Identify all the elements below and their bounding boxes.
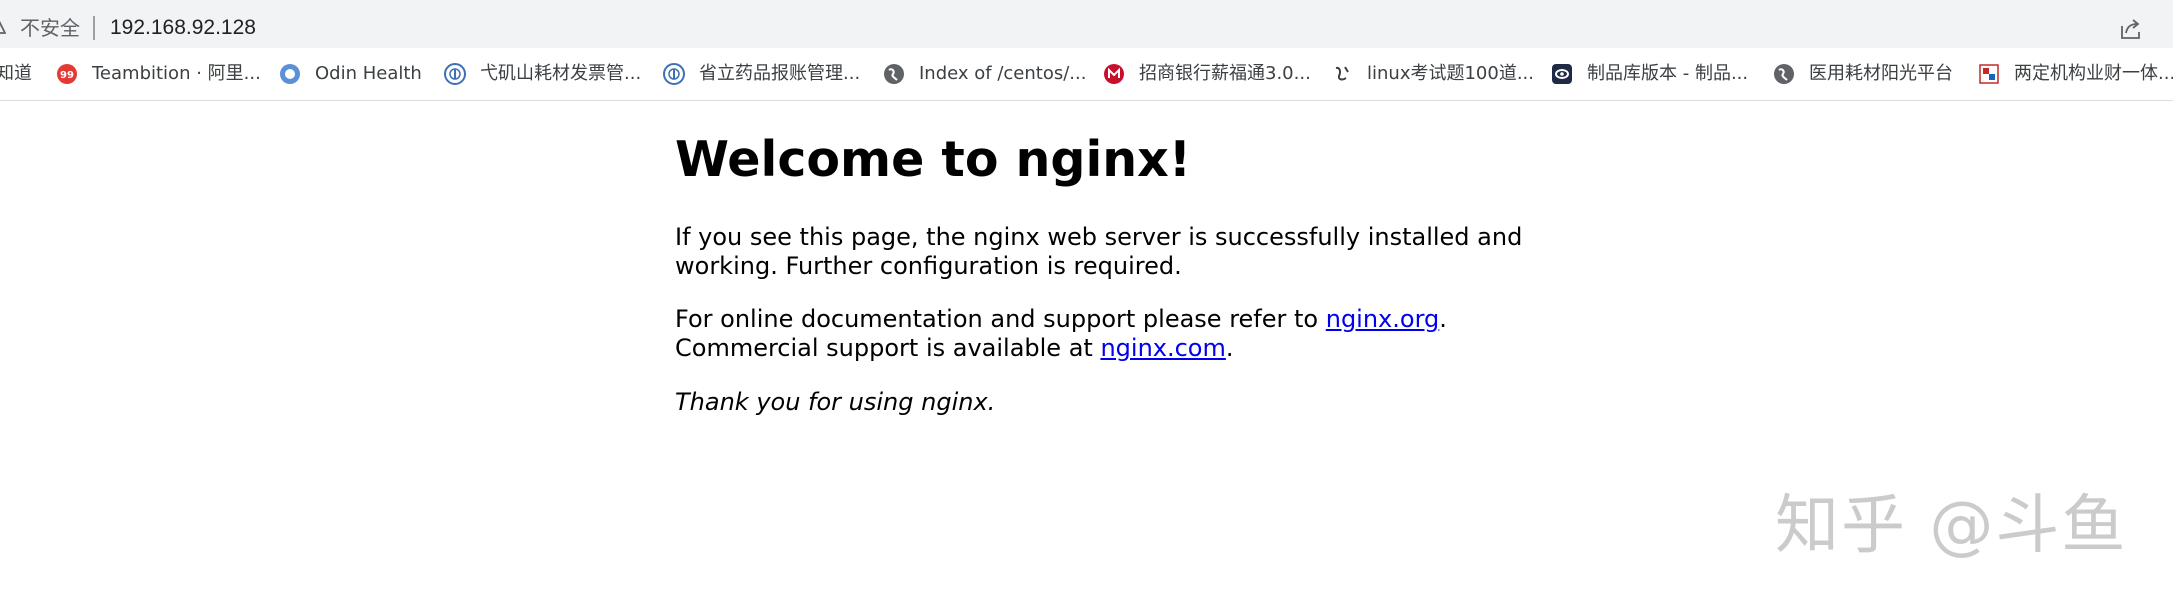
bookmarks-bar: 知道 99 Teambition · 阿里... Odin Health 弋矶山… bbox=[0, 48, 2173, 101]
artifact-repo-icon bbox=[1552, 64, 1572, 84]
share-icon[interactable] bbox=[2118, 16, 2144, 42]
intro-paragraph: If you see this page, the nginx web serv… bbox=[675, 223, 1522, 281]
bookmark-label: linux考试题100道... bbox=[1367, 63, 1534, 84]
bookmark-label: 制品库版本 - 制品... bbox=[1587, 63, 1749, 84]
bookmark-artifact-repo[interactable]: 制品库版本 - 制品... bbox=[1551, 60, 1748, 88]
hospital-logo-icon bbox=[663, 63, 685, 85]
bookmark-label: 两定机构业财一体... bbox=[2014, 63, 2173, 84]
linux-icon bbox=[1335, 66, 1349, 81]
bookmark-teambition[interactable]: 99 Teambition · 阿里... bbox=[56, 60, 261, 88]
finance-icon bbox=[1979, 64, 1999, 84]
support-paragraph: For online documentation and support ple… bbox=[675, 305, 1447, 363]
svg-text:99: 99 bbox=[60, 70, 74, 81]
bookmark-finance[interactable]: 两定机构业财一体... bbox=[1978, 60, 2173, 88]
support-line-1-end: . bbox=[1439, 305, 1447, 333]
hospital-logo-icon bbox=[444, 63, 466, 85]
bookmark-shengli[interactable]: 省立药品报账管理... bbox=[663, 60, 860, 88]
intro-line-2: working. Further configuration is requir… bbox=[675, 252, 1182, 280]
support-line-2-end: . bbox=[1225, 334, 1234, 362]
page-title: Welcome to nginx! bbox=[675, 131, 1192, 188]
bookmark-centos-index[interactable]: Index of /centos/... bbox=[883, 60, 1086, 88]
security-label[interactable]: 不安全 bbox=[20, 14, 80, 42]
bookmark-label: 知道 bbox=[0, 63, 32, 84]
nginx-org-link[interactable]: nginx.org bbox=[1326, 305, 1440, 333]
cmb-logo-icon bbox=[1104, 64, 1124, 84]
address-bar: 不安全 192.168.92.128 bbox=[0, 0, 2173, 48]
omnibox[interactable]: 不安全 192.168.92.128 bbox=[0, 4, 2172, 44]
bookmark-label: 招商银行薪福通3.0... bbox=[1139, 63, 1311, 84]
globe-icon bbox=[1774, 64, 1794, 84]
thanks-text: Thank you for using nginx. bbox=[675, 388, 996, 416]
url-text[interactable]: 192.168.92.128 bbox=[110, 14, 256, 42]
nginx-com-link[interactable]: nginx.com bbox=[1100, 334, 1225, 362]
bookmark-label: 省立药品报账管理... bbox=[699, 63, 861, 84]
bookmark-zhidao[interactable]: 知道 bbox=[0, 60, 32, 88]
support-line-1-text: For online documentation and support ple… bbox=[675, 305, 1326, 333]
odin-health-icon bbox=[280, 64, 300, 84]
teambition-icon: 99 bbox=[57, 64, 77, 84]
bookmark-linux-exam[interactable]: linux考试题100道... bbox=[1331, 60, 1534, 88]
bookmark-label: 医用耗材阳光平台 bbox=[1809, 63, 1953, 84]
intro-line-1: If you see this page, the nginx web serv… bbox=[675, 223, 1523, 251]
globe-icon bbox=[884, 64, 904, 84]
bookmark-cmb[interactable]: 招商银行薪福通3.0... bbox=[1103, 60, 1311, 88]
bookmark-label: Teambition · 阿里... bbox=[92, 63, 261, 84]
address-separator bbox=[93, 16, 95, 40]
bookmark-medical-supplies[interactable]: 医用耗材阳光平台 bbox=[1773, 60, 1953, 88]
bookmark-label: Index of /centos/... bbox=[919, 63, 1087, 84]
support-line-2-text: Commercial support is available at bbox=[675, 334, 1101, 362]
watermark: 知乎 @斗鱼 bbox=[1775, 489, 2128, 563]
bookmark-label: Odin Health bbox=[315, 63, 422, 84]
warning-icon[interactable] bbox=[0, 18, 6, 34]
bookmark-odin-health[interactable]: Odin Health bbox=[279, 60, 422, 88]
bookmark-yijishan[interactable]: 弋矶山耗材发票管... bbox=[444, 60, 641, 88]
bookmark-label: 弋矶山耗材发票管... bbox=[480, 63, 642, 84]
